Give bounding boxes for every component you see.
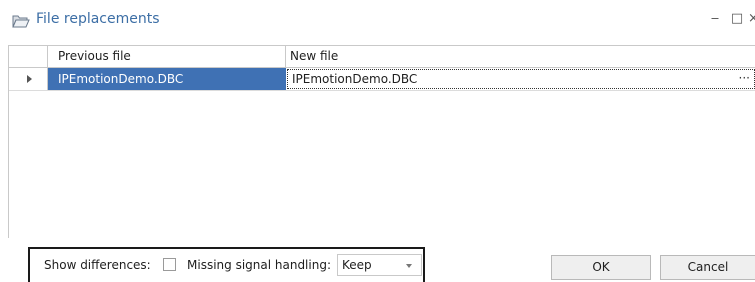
- previous-file-cell[interactable]: IPEmotionDemo.DBC: [48, 68, 286, 90]
- title-bar: File replacements ‒ □ ×: [0, 0, 755, 40]
- file-replacement-grid: Previous file New file IPEmotionDemo.DBC…: [8, 45, 755, 238]
- row-indicator[interactable]: [9, 68, 48, 90]
- new-file-cell[interactable]: IPEmotionDemo.DBC ···: [287, 69, 755, 89]
- ok-button[interactable]: OK: [551, 255, 651, 280]
- options-panel: Show differences: Missing signal handlin…: [28, 247, 425, 282]
- current-row-arrow-icon: [27, 75, 32, 83]
- cancel-button[interactable]: Cancel: [660, 255, 755, 280]
- file-replacements-dialog: File replacements ‒ □ × Previous file Ne…: [0, 0, 755, 282]
- missing-signal-handling-select[interactable]: Keep: [337, 254, 422, 276]
- show-differences-checkbox[interactable]: [163, 258, 176, 271]
- column-header-new-file[interactable]: New file: [286, 46, 755, 67]
- minimize-button[interactable]: ‒: [706, 10, 724, 28]
- missing-signal-handling-value: Keep: [342, 258, 372, 272]
- new-file-value: IPEmotionDemo.DBC: [292, 72, 418, 86]
- maximize-button[interactable]: □: [728, 10, 746, 28]
- browse-file-button[interactable]: ···: [739, 70, 750, 86]
- table-row[interactable]: IPEmotionDemo.DBC IPEmotionDemo.DBC ···: [9, 68, 755, 91]
- chevron-down-icon[interactable]: [406, 264, 412, 268]
- grid-header: Previous file New file: [9, 46, 755, 68]
- close-button[interactable]: ×: [748, 10, 755, 28]
- row-indicator-header: [9, 46, 48, 67]
- column-header-previous-file[interactable]: Previous file: [48, 46, 286, 67]
- show-differences-label: Show differences:: [44, 258, 151, 272]
- missing-signal-handling-label: Missing signal handling:: [187, 258, 331, 272]
- window-title: File replacements: [36, 11, 160, 27]
- folder-open-icon: [12, 14, 30, 28]
